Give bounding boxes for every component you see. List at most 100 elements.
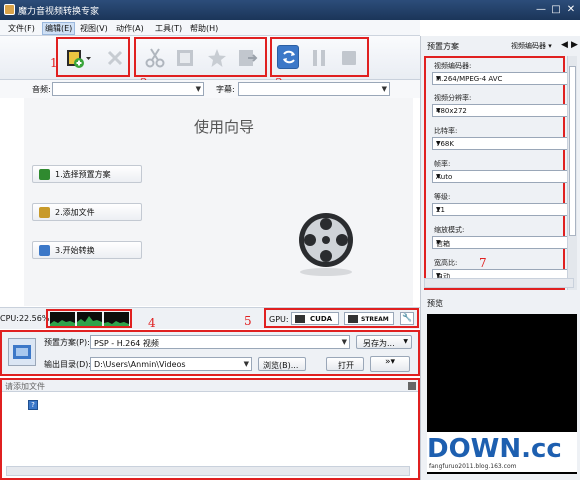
clip-button[interactable] <box>174 46 196 70</box>
merge-button[interactable] <box>236 46 258 70</box>
app-icon <box>4 4 15 15</box>
effects-button[interactable] <box>206 46 228 70</box>
cpu-usage: CPU:22.56% <box>0 314 50 323</box>
stop-button[interactable] <box>338 46 360 70</box>
close-button[interactable]: ✕ <box>564 4 578 16</box>
wrench-icon: 🔧 <box>402 313 412 322</box>
menu-file[interactable]: 文件(F) <box>8 23 35 34</box>
chevron-right-icon[interactable]: ▶ <box>571 40 578 50</box>
encoder-field-label: 视频编码器: <box>434 62 472 70</box>
open-folder-button[interactable]: 打开 <box>326 357 364 371</box>
preset-icon <box>39 169 50 180</box>
bitrate-field-label: 比特率: <box>434 127 458 135</box>
merge-icon <box>239 50 258 66</box>
output-settings-panel: 预置方案(P): PSP - H.264 视频 ▼ 另存为... ▼ 输出目录(… <box>0 330 420 376</box>
help-icon[interactable]: ? <box>28 400 38 410</box>
cut-button[interactable] <box>144 46 166 70</box>
resolution-field-label: 视频分辨率: <box>434 94 472 102</box>
add-file-icon <box>39 207 50 218</box>
preset-panel-title: 预置方案 <box>427 42 459 51</box>
level-select[interactable]: 21 ▼ <box>432 203 568 216</box>
effects-icon <box>208 49 226 67</box>
scissors-icon <box>145 48 165 68</box>
resolution-select[interactable]: 480x272 ▼ <box>432 104 568 117</box>
menu-action[interactable]: 动作(A) <box>116 23 144 34</box>
wizard-title: 使用向导 <box>193 118 254 136</box>
forward-icon: »▾ <box>384 357 396 367</box>
step-2-label: 2.添加文件 <box>55 208 95 217</box>
track-row: 音频: ▼ 字幕: ▼ <box>0 80 420 98</box>
group-box-3 <box>270 37 369 77</box>
chevron-down-icon: ▼ <box>341 338 347 346</box>
menu-view[interactable]: 视图(V) <box>80 23 108 34</box>
title-bar: 魔力音视频转换专家 — □ ✕ <box>0 0 580 20</box>
level-field-label: 等级: <box>434 193 451 201</box>
horizontal-scrollbar[interactable] <box>6 466 410 476</box>
chevron-down-icon: ▼ <box>436 75 441 82</box>
chevron-left-icon[interactable]: ◀ <box>561 40 568 50</box>
file-list: 请添加文件 ? <box>0 378 420 480</box>
convert-button[interactable] <box>277 45 299 69</box>
watermark: DOWN.cc <box>427 434 562 464</box>
framerate-select[interactable]: Auto ▼ <box>432 170 568 183</box>
scrollbar-thumb[interactable] <box>569 66 576 236</box>
step-add-file-button[interactable]: 2.添加文件 <box>32 203 142 221</box>
chevron-down-icon: ▼ <box>436 239 441 246</box>
audio-select[interactable]: ▼ <box>52 82 204 96</box>
output-mode-button[interactable]: »▾ <box>370 356 410 372</box>
group-box-7: 视频编码器: H.264/MPEG-4 AVC ▼ 视频分辨率: 480x272 ▼… <box>424 56 568 290</box>
framerate-field-label: 帧率: <box>434 160 451 168</box>
audio-label: 音频: <box>32 85 51 94</box>
film-icon <box>13 345 31 359</box>
preset-value: PSP - H.264 视频 <box>94 339 159 348</box>
stream-label: STREAM <box>361 316 389 323</box>
browse-button[interactable]: 浏览(B)... <box>258 357 306 371</box>
window-title: 魔力音视频转换专家 <box>18 7 100 17</box>
video-encoder-tab[interactable]: 视频编码器 ▾ <box>511 41 552 51</box>
bitrate-select[interactable]: 768K ▼ <box>432 137 568 150</box>
status-bar: CPU:22.56% 4 5 GPU: CUDA STREAM 🔧 <box>0 307 420 330</box>
scale-mode-field-label: 缩放模式: <box>434 226 465 234</box>
preset-side-panel: 预置方案 视频编码器 ▾ ◀ ▶ 视频编码器: H.264/MPEG-4 AVC… <box>420 36 580 480</box>
add-file-button[interactable] <box>64 46 91 70</box>
watermark-url: fangfuruo2011.blog.163.com <box>429 463 517 470</box>
cpu-graph <box>50 312 129 326</box>
step-1-label: 1.选择预置方案 <box>55 170 111 179</box>
scale-mode-select[interactable]: 信箱 ▼ <box>432 236 568 249</box>
remove-file-button[interactable] <box>104 46 126 70</box>
group-box-2 <box>134 37 267 77</box>
vertical-scrollbar[interactable] <box>567 56 577 290</box>
film-add-icon <box>67 50 91 68</box>
browse-label: 浏览(B)... <box>263 361 299 370</box>
pause-button[interactable] <box>308 46 330 70</box>
annotation-7: 7 <box>479 256 487 270</box>
wizard-panel: 使用向导 1.选择预置方案 2.添加文件 3.开始转换 <box>24 98 413 306</box>
cuda-button[interactable]: CUDA <box>291 312 339 325</box>
preset-select[interactable]: PSP - H.264 视频 ▼ <box>90 335 350 349</box>
output-dir-select[interactable]: D:\Users\Anmin\Videos ▼ <box>90 357 252 371</box>
subtitle-select[interactable]: ▼ <box>238 82 390 96</box>
chevron-down-icon: ▼ <box>381 85 387 93</box>
group-box-1 <box>56 37 130 77</box>
group-box-5: GPU: CUDA STREAM 🔧 <box>264 308 419 328</box>
menu-help[interactable]: 帮助(H) <box>190 23 218 34</box>
menu-tools[interactable]: 工具(T) <box>155 23 182 34</box>
save-as-button[interactable]: 另存为... ▼ <box>356 335 412 349</box>
menu-edit[interactable]: 编辑(E) <box>42 22 76 35</box>
step-start-convert-button[interactable]: 3.开始转换 <box>32 241 142 259</box>
maximize-button[interactable]: □ <box>549 4 563 16</box>
preset-label: 预置方案(P): <box>44 338 90 347</box>
gpu-label: GPU: <box>269 315 289 324</box>
chevron-down-icon: ▼ <box>436 206 441 213</box>
step-select-preset-button[interactable]: 1.选择预置方案 <box>32 165 142 183</box>
encoder-select[interactable]: H.264/MPEG-4 AVC ▼ <box>432 72 568 85</box>
annotation-5: 5 <box>244 314 252 328</box>
minimize-button[interactable]: — <box>534 4 548 16</box>
menu-bar: 文件(F) 编辑(E) 视图(V) 动作(A) 工具(T) 帮助(H) <box>0 20 420 36</box>
gpu-settings-button[interactable]: 🔧 <box>400 312 414 325</box>
side-horizontal-scrollbar[interactable] <box>424 278 574 288</box>
stream-button[interactable]: STREAM <box>344 312 394 325</box>
subtitle-label: 字幕: <box>216 85 235 94</box>
list-menu-icon[interactable] <box>408 382 416 390</box>
output-dir-label: 输出目录(D): <box>44 360 92 369</box>
